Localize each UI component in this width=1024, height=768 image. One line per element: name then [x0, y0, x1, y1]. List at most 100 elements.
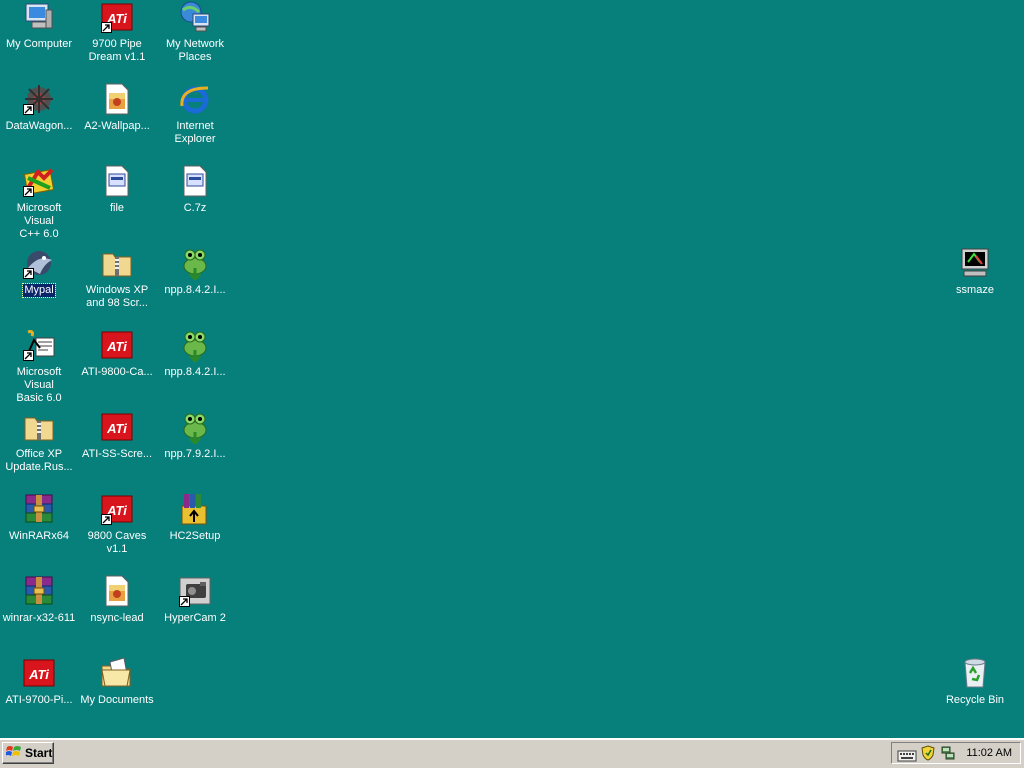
security-shield-icon[interactable] [920, 745, 936, 761]
shortcut-arrow-icon [101, 22, 112, 33]
network-icon[interactable] [940, 745, 956, 761]
desktop-icon[interactable]: ATi 9700 Pipe Dream v1.1 [78, 0, 156, 74]
desktop-icon[interactable]: Microsoft Visual C++ 6.0 [0, 164, 78, 240]
start-label: Start [25, 746, 53, 760]
desktop-icon-label: Recycle Bin [945, 694, 1005, 706]
shortcut-arrow-icon [23, 186, 34, 197]
desktop-icon-label: DataWagon... [5, 120, 73, 132]
desktop-icon-label: npp.7.9.2.I... [164, 448, 226, 460]
desktop-icon[interactable]: ATi ATI-9800-Ca... [78, 328, 156, 402]
zip-folder-icon [22, 410, 56, 444]
desktop-icon[interactable]: Mypal [0, 246, 78, 320]
desktop-icon[interactable]: Office XP Update.Rus... [0, 410, 78, 484]
desktop-icon-label: winrar-x32-611 [2, 612, 76, 624]
desktop-icon[interactable]: ATi ATI-SS-Scre... [78, 410, 156, 484]
desktop-icon-label: nsync-lead [90, 612, 144, 624]
desktop-icon[interactable]: ssmaze [936, 246, 1014, 320]
desktop-icon[interactable]: npp.8.4.2.I... [156, 246, 234, 320]
shortcut-arrow-icon [101, 514, 112, 525]
desktop-icon-label: HC2Setup [169, 530, 221, 542]
desktop-icon-label: Windows XP and 98 Scr... [85, 284, 149, 309]
start-button[interactable]: Start [2, 742, 54, 764]
taskbar: Start 11:02 AM [0, 738, 1024, 768]
desktop-icon[interactable]: My Computer [0, 0, 78, 74]
desktop-icon[interactable]: Internet Explorer [156, 82, 234, 156]
desktop-icon[interactable]: Recycle Bin [936, 656, 1014, 730]
desktop-icon[interactable]: My Documents [78, 656, 156, 730]
winrar-icon [22, 492, 56, 526]
desktop: My Computer ATi 9700 Pipe Dream v1.1 My Net… [0, 0, 1024, 738]
desktop-icon-label: Internet Explorer [174, 120, 216, 145]
svg-text:ATi: ATi [28, 667, 49, 682]
desktop-icon-label: npp.8.4.2.I... [164, 366, 226, 378]
svg-text:ATi: ATi [106, 421, 127, 436]
desktop-icon-label: My Documents [80, 694, 154, 706]
desktop-icon-label: A2-Wallpap... [84, 120, 150, 132]
desktop-icon[interactable]: nsync-lead [78, 574, 156, 648]
datawagon-icon [22, 82, 56, 116]
ati-logo-icon: ATi [100, 0, 134, 34]
zip-folder-icon [100, 246, 134, 280]
screensaver-icon [958, 246, 992, 280]
desktop-icon-label: My Network Places [165, 38, 225, 63]
shortcut-arrow-icon [23, 350, 34, 361]
visual-cpp-icon [22, 164, 56, 198]
system-tray: 11:02 AM [891, 742, 1021, 764]
winrar-icon [22, 574, 56, 608]
desktop-icon-label: My Computer [5, 38, 73, 50]
desktop-icon[interactable]: C.7z [156, 164, 234, 238]
shortcut-arrow-icon [179, 596, 190, 607]
desktop-icon[interactable]: HyperCam 2 [156, 574, 234, 648]
ati-logo-icon: ATi [100, 328, 134, 362]
desktop-icon[interactable]: A2-Wallpap... [78, 82, 156, 156]
ati-logo-icon: ATi [22, 656, 56, 690]
my-computer-icon [22, 0, 56, 34]
desktop-icon[interactable]: winrar-x32-611 [0, 574, 78, 648]
notepad-plus-plus-icon [178, 410, 212, 444]
ati-logo-icon: ATi [100, 410, 134, 444]
desktop-icon-label: 9800 Caves v1.1 [87, 530, 147, 555]
generic-file-icon [178, 164, 212, 198]
ati-logo-icon: ATi [100, 492, 134, 526]
shortcut-arrow-icon [23, 268, 34, 279]
recycle-bin-icon [958, 656, 992, 690]
desktop-icon[interactable]: file [78, 164, 156, 238]
desktop-icon-label: Office XP Update.Rus... [5, 448, 73, 473]
desktop-icon[interactable]: My Network Places [156, 0, 234, 74]
desktop-icon[interactable]: Microsoft Visual Basic 6.0 [0, 328, 78, 404]
desktop-icon-label: C.7z [183, 202, 207, 214]
hypercam-icon [178, 574, 212, 608]
notepad-plus-plus-icon [178, 328, 212, 362]
desktop-icon-label: ssmaze [956, 284, 994, 296]
desktop-icon[interactable]: ATi 9800 Caves v1.1 [78, 492, 156, 566]
internet-explorer-icon [178, 82, 212, 116]
desktop-icon-label: Microsoft Visual C++ 6.0 [16, 202, 62, 240]
desktop-icon-label: HyperCam 2 [164, 612, 226, 624]
desktop-icon-label: ATI-SS-Scre... [81, 448, 153, 460]
desktop-icon-label: Microsoft Visual Basic 6.0 [16, 366, 62, 404]
desktop-icon[interactable]: WinRARx64 [0, 492, 78, 566]
image-file-icon [100, 82, 134, 116]
generic-file-icon [100, 164, 134, 198]
clock[interactable]: 11:02 AM [966, 747, 1012, 759]
desktop-icon[interactable]: npp.7.9.2.I... [156, 410, 234, 484]
network-places-icon [178, 0, 212, 34]
desktop-icon-label: WinRARx64 [9, 530, 69, 542]
desktop-icon-label: Mypal [22, 283, 56, 298]
desktop-icon[interactable]: Windows XP and 98 Scr... [78, 246, 156, 320]
mypal-browser-icon [22, 246, 56, 280]
desktop-icon[interactable]: npp.8.4.2.I... [156, 328, 234, 402]
visual-basic-icon [22, 328, 56, 362]
image-file-icon [100, 574, 134, 608]
desktop-icon[interactable]: DataWagon... [0, 82, 78, 156]
installer-icon [178, 492, 212, 526]
desktop-icon-label: ATI-9700-Pi... [5, 694, 73, 706]
shortcut-arrow-icon [23, 104, 34, 115]
desktop-icon-label: file [109, 202, 125, 214]
desktop-icon[interactable]: ATi ATI-9700-Pi... [0, 656, 78, 730]
svg-text:ATi: ATi [106, 339, 127, 354]
my-documents-icon [100, 656, 134, 690]
desktop-icon-label: npp.8.4.2.I... [164, 284, 226, 296]
desktop-icon[interactable]: HC2Setup [156, 492, 234, 566]
notepad-plus-plus-icon [178, 246, 212, 280]
